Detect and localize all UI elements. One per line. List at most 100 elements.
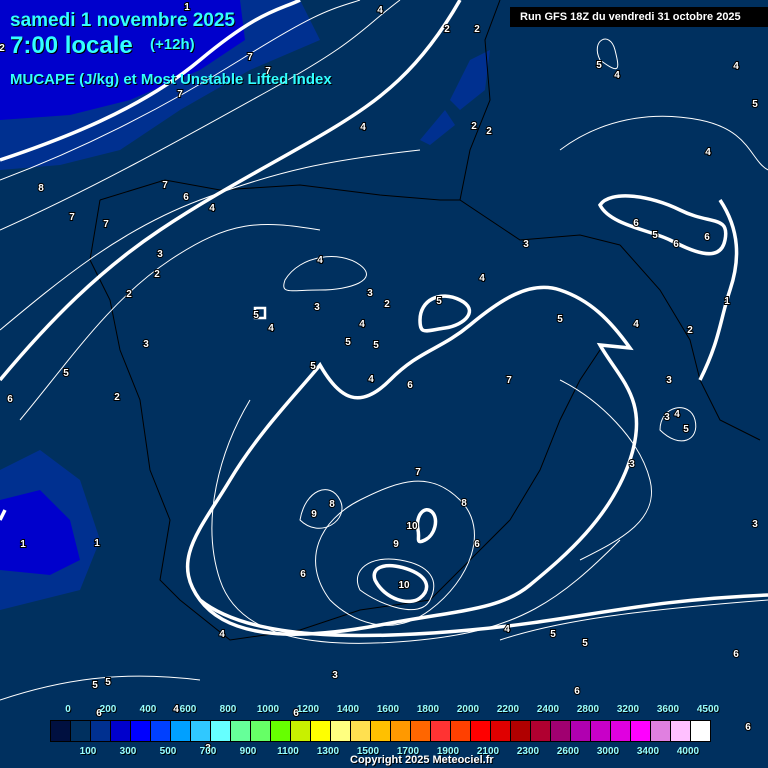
- colorbar-cell: [91, 721, 111, 741]
- lifted-index-label: 4: [360, 122, 366, 133]
- colorbar-cell: [611, 721, 631, 741]
- lifted-index-label: 5: [63, 368, 69, 379]
- map-parameter-title: MUCAPE (J/kg) et Most Unstable Lifted In…: [10, 71, 332, 88]
- lifted-index-label: 1: [724, 296, 730, 307]
- colorbar-cell: [231, 721, 251, 741]
- colorbar-cell: [431, 721, 451, 741]
- lifted-index-label: 10: [406, 521, 418, 532]
- lifted-index-label: 4: [368, 374, 374, 385]
- colorbar-cell: [531, 721, 551, 741]
- colorbar-cell: [291, 721, 311, 741]
- colorbar-cell: [271, 721, 291, 741]
- colorbar-cell: [71, 721, 91, 741]
- lifted-index-label: 8: [461, 498, 467, 509]
- lifted-index-label: 5: [310, 361, 316, 372]
- lifted-index-label: 4: [209, 203, 215, 214]
- lifted-index-label: 3: [314, 302, 320, 313]
- copyright: Copyright 2025 Meteociel.fr: [350, 754, 494, 766]
- lifted-index-label: 3: [157, 249, 163, 260]
- lifted-index-label: 2: [126, 289, 132, 300]
- lifted-index-label: 4: [317, 255, 323, 266]
- lifted-index-label: 2: [474, 24, 480, 35]
- lifted-index-label: 5: [557, 314, 563, 325]
- colorbar-cell: [131, 721, 151, 741]
- lifted-index-label: 4: [377, 5, 383, 16]
- lifted-index-label: 5: [253, 310, 259, 321]
- lifted-index-label: 7: [103, 219, 109, 230]
- colorbar-tick-label: 3400: [636, 746, 660, 757]
- lifted-index-label: 5: [582, 638, 588, 649]
- lifted-index-label: 4: [479, 273, 485, 284]
- colorbar-tick-label: 800: [219, 704, 237, 715]
- colorbar-cell: [171, 721, 191, 741]
- colorbar-tick-label: 1600: [376, 704, 400, 715]
- colorbar-tick-label: 3000: [596, 746, 620, 757]
- colorbar-tick-label: 3600: [656, 704, 680, 715]
- lifted-index-label: 5: [652, 230, 658, 241]
- lifted-index-label: 4: [614, 70, 620, 81]
- lifted-index-label: 5: [596, 60, 602, 71]
- forecast-date: samedi 1 novembre 2025: [10, 10, 235, 31]
- lifted-index-label: 9: [393, 539, 399, 550]
- model-run-banner: Run GFS 18Z du vendredi 31 octobre 2025: [510, 7, 768, 27]
- lifted-index-label: 4: [504, 624, 510, 635]
- lifted-index-label: 6: [673, 239, 679, 250]
- lifted-index-label: 8: [38, 183, 44, 194]
- colorbar-cell: [211, 721, 231, 741]
- lifted-index-label: 4: [633, 319, 639, 330]
- colorbar-tick-label: 200: [99, 704, 117, 715]
- colorbar-tick-label: 500: [159, 746, 177, 757]
- lifted-index-label: 2: [154, 269, 160, 280]
- lifted-index-label: 5: [92, 680, 98, 691]
- colorbar-tick-label: 2800: [576, 704, 600, 715]
- colorbar-tick-label: 1000: [256, 704, 280, 715]
- colorbar-cell: [371, 721, 391, 741]
- colorbar-tick-label: 4000: [676, 746, 700, 757]
- lifted-index-label: 3: [523, 239, 529, 250]
- lifted-index-label: 5: [436, 296, 442, 307]
- colorbar-tick-label: 300: [119, 746, 137, 757]
- lifted-index-label: 4: [359, 319, 365, 330]
- lifted-index-label: 6: [300, 569, 306, 580]
- lifted-index-label: 2: [471, 121, 477, 132]
- colorbar-tick-label: 900: [239, 746, 257, 757]
- colorbar-tick-label: 4500: [696, 704, 720, 715]
- colorbar-cell: [111, 721, 131, 741]
- colorbar-cell: [51, 721, 71, 741]
- colorbar-tick-label: 600: [179, 704, 197, 715]
- map-canvas: 1422454452777422487647765663324425323545…: [0, 0, 768, 768]
- colorbar-tick-label: 2600: [556, 746, 580, 757]
- colorbar-tick-label: 1100: [277, 746, 299, 757]
- colorbar-tick-label: 1800: [416, 704, 440, 715]
- colorbar-tick-label: 1300: [316, 746, 340, 757]
- colorbar-cell: [671, 721, 691, 741]
- lifted-index-label: 6: [633, 218, 639, 229]
- lifted-index-label: 6: [745, 722, 751, 733]
- lifted-index-label: 3: [143, 339, 149, 350]
- lifted-index-label: 6: [7, 394, 13, 405]
- lifted-index-label: 3: [332, 670, 338, 681]
- colorbar-cell: [351, 721, 371, 741]
- lifted-index-label: 5: [550, 629, 556, 640]
- lifted-index-label: 2: [486, 126, 492, 137]
- colorbar-cell: [691, 721, 710, 741]
- forecast-time: 7:00 locale: [10, 32, 133, 59]
- lifted-index-label: 5: [373, 340, 379, 351]
- colorbar-cell: [411, 721, 431, 741]
- colorbar-cell: [651, 721, 671, 741]
- lifted-index-label: 7: [177, 89, 183, 100]
- lifted-index-label: 5: [683, 424, 689, 435]
- lifted-index-label: 4: [705, 147, 711, 158]
- colorbar-cell: [631, 721, 651, 741]
- forecast-lead-time: (+12h): [150, 36, 195, 53]
- lifted-index-label: 4: [268, 323, 274, 334]
- lifted-index-label: 10: [398, 580, 410, 591]
- lifted-index-label: 7: [247, 52, 253, 63]
- colorbar-cell: [551, 721, 571, 741]
- colorbar-cell: [451, 721, 471, 741]
- lifted-index-label: 4: [733, 61, 739, 72]
- colorbar-cell: [491, 721, 511, 741]
- colorbar-cell: [511, 721, 531, 741]
- lifted-index-label: 2: [444, 24, 450, 35]
- colorbar-tick-label: 2400: [536, 704, 560, 715]
